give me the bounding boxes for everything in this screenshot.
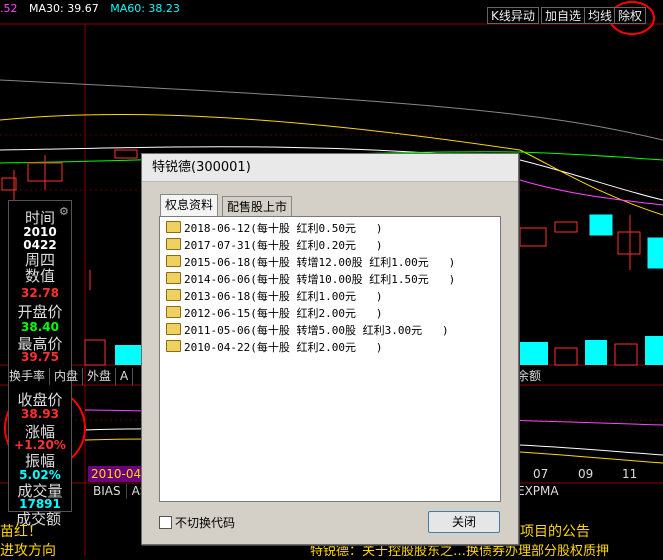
tab-bias[interactable]: BIAS	[88, 484, 127, 499]
checkbox-label: 不切换代码	[175, 516, 236, 530]
ma-line-grey	[0, 79, 663, 141]
kline-alert-button[interactable]: K线异动	[487, 7, 539, 24]
ma-line-magenta	[519, 179, 663, 206]
list-item-text: 2015-06-18(每十股 转增12.00股 红利1.00元 )	[184, 256, 456, 269]
checkbox-box[interactable]	[159, 516, 172, 529]
folder-icon	[166, 238, 181, 250]
list-item-text: 2017-07-31(每十股 红利0.20元 )	[184, 239, 383, 252]
news-left-line2[interactable]: 进攻方向	[0, 540, 56, 560]
list-item[interactable]: 2018-06-12(每十股 红利0.50元 )	[166, 221, 382, 237]
tab-expma[interactable]: EXPMA	[517, 484, 559, 499]
list-item[interactable]: 2014-06-06(每十股 转增10.00股 红利1.50元 )	[166, 272, 455, 288]
no-switch-code-checkbox[interactable]: 不切换代码	[159, 516, 235, 530]
list-item-text: 2018-06-12(每十股 红利0.50元 )	[184, 222, 383, 235]
candles-right	[519, 214, 663, 270]
open-label: 开盘价	[17, 303, 63, 321]
list-item[interactable]: 2010-04-22(每十股 红利2.00元 )	[166, 340, 382, 356]
ex-right-button[interactable]: 除权	[614, 7, 647, 24]
close-button[interactable]: 关闭	[428, 511, 500, 533]
ma60-value: MA60: 38.23	[110, 2, 180, 15]
tab-a[interactable]: A	[116, 368, 134, 385]
folder-icon	[166, 272, 181, 284]
folder-icon	[166, 221, 181, 233]
tab-rights-info[interactable]: 权息资料	[160, 194, 219, 217]
crosshair-info-panel: ⚙ 时间 2010 0422 周四 数值 32.78 开盘价 38.40 最高价…	[8, 200, 72, 512]
sub-chart-tabs: 换手率 内盘 外盘 A	[5, 368, 134, 385]
folder-icon	[166, 340, 181, 352]
ex-right-dialog: 特锐德(300001) 权息资料 配售股上市 2018-06-12(每十股 红利…	[141, 153, 519, 545]
month-label-07: 07	[533, 467, 549, 481]
moving-average-button[interactable]: 均线	[584, 7, 617, 24]
tab-balance[interactable]: 余额	[517, 368, 541, 385]
list-item-text: 2013-06-18(每十股 红利1.00元 )	[184, 290, 383, 303]
month-label-11: 11	[622, 467, 638, 481]
list-item-text: 2011-05-06(每十股 转增5.00股 红利3.00元 )	[184, 324, 449, 337]
news-left-line1[interactable]: 苗红！	[0, 521, 42, 541]
list-item[interactable]: 2017-07-31(每十股 红利0.20元 )	[166, 238, 382, 254]
month-label-09: 09	[578, 467, 594, 481]
folder-icon	[166, 255, 181, 267]
ma30-value: MA30: 39.67	[29, 2, 99, 15]
add-favorite-button[interactable]: 加自选	[541, 7, 586, 24]
list-item[interactable]: 2012-06-15(每十股 红利2.00元 )	[166, 306, 382, 322]
folder-icon	[166, 289, 181, 301]
folder-icon	[166, 306, 181, 318]
time-year: 2010	[23, 225, 57, 239]
open-value: 38.40	[21, 320, 59, 334]
tab-placement-listing[interactable]: 配售股上市	[222, 196, 293, 217]
close-value: 38.93	[21, 407, 59, 421]
ma-first-value: .52	[0, 2, 18, 15]
list-item-text: 2012-06-15(每十股 红利2.00元 )	[184, 307, 383, 320]
folder-icon	[166, 323, 181, 335]
tab-inner[interactable]: 内盘	[50, 368, 84, 385]
rights-list[interactable]: 2018-06-12(每十股 红利0.50元 ) 2017-07-31(每十股 …	[159, 216, 501, 502]
list-item[interactable]: 2013-06-18(每十股 红利1.00元 )	[166, 289, 382, 305]
value-number: 32.78	[21, 286, 59, 300]
list-item[interactable]: 2015-06-18(每十股 转增12.00股 红利1.00元 )	[166, 255, 455, 271]
news-right-line1[interactable]: 项目的公告	[520, 521, 590, 541]
tab-outer[interactable]: 外盘	[83, 368, 117, 385]
value-label: 数值	[24, 267, 55, 285]
list-item[interactable]: 2011-05-06(每十股 转增5.00股 红利3.00元 )	[166, 323, 449, 339]
high-value: 39.75	[21, 350, 59, 364]
tab-turnover[interactable]: 换手率	[5, 368, 51, 385]
list-item-text: 2014-06-06(每十股 转增10.00股 红利1.50元 )	[184, 273, 456, 286]
date-axis-label: 2010-04-	[91, 467, 146, 481]
list-item-text: 2010-04-22(每十股 红利2.00元 )	[184, 341, 383, 354]
dialog-title: 特锐德(300001)	[142, 154, 518, 182]
